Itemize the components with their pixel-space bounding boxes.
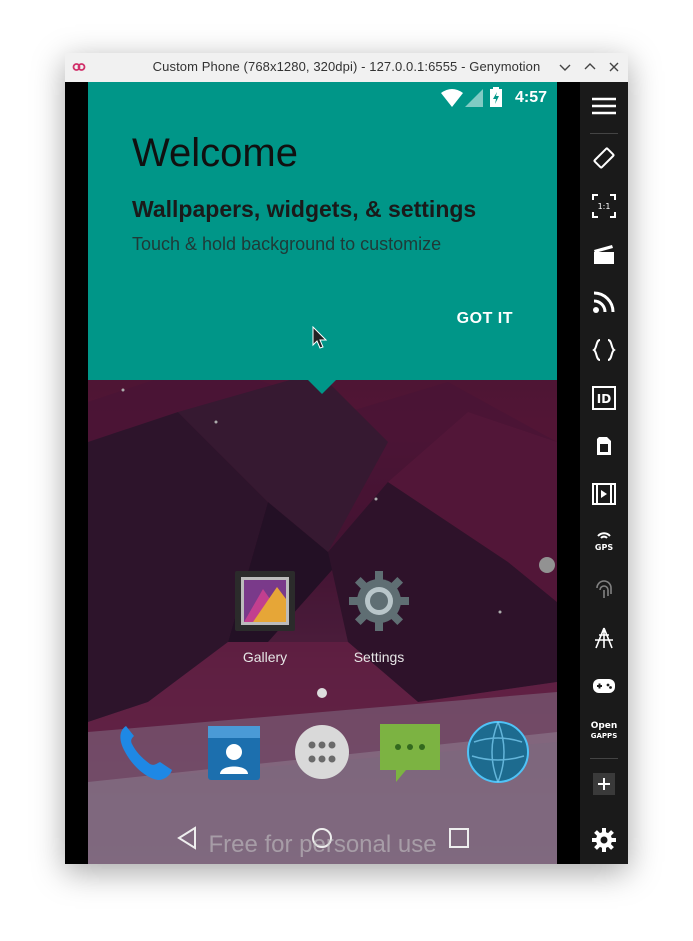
close-button[interactable] — [607, 60, 621, 74]
minimize-button[interactable] — [558, 60, 572, 74]
genymotion-window: Custom Phone (768x1280, 320dpi) - 127.0.… — [65, 53, 628, 864]
title-bar[interactable]: Custom Phone (768x1280, 320dpi) - 127.0.… — [65, 53, 628, 83]
page-indicator-dot — [317, 688, 327, 698]
watermark-text: Free for personal use — [208, 831, 437, 858]
welcome-subtitle: Wallpapers, widgets, & settings — [132, 196, 477, 222]
mouse-cursor-icon — [312, 326, 328, 349]
chevron-down-icon — [559, 64, 571, 71]
gallery-icon — [235, 571, 295, 631]
phone-icon — [120, 726, 172, 780]
app-drawer-icon — [295, 725, 349, 779]
cast-icon — [593, 291, 615, 313]
settings-app[interactable] — [347, 569, 411, 633]
settings-label: Settings — [353, 649, 405, 665]
right-border — [557, 82, 580, 864]
gps-button[interactable]: GPS — [592, 528, 616, 558]
maximize-button[interactable] — [583, 60, 597, 74]
browser-globe-icon — [467, 721, 529, 783]
cast-button[interactable] — [592, 290, 616, 314]
got-it-button[interactable]: GOT IT — [457, 310, 513, 328]
phone-app[interactable] — [112, 720, 176, 784]
gallery-label: Gallery — [242, 649, 288, 665]
welcome-title: Welcome — [132, 131, 298, 175]
settings-icon — [592, 828, 616, 852]
menu-button[interactable] — [592, 94, 618, 118]
fingerprint-button[interactable] — [592, 578, 616, 602]
chevron-up-icon — [584, 63, 596, 70]
media-player-button[interactable] — [592, 482, 616, 506]
contacts-icon — [208, 726, 260, 780]
messaging-icon — [380, 724, 440, 782]
gallery-app[interactable] — [233, 569, 297, 633]
left-border — [65, 82, 88, 864]
add-icon — [593, 773, 615, 795]
capture-button[interactable] — [592, 242, 616, 266]
cell-signal-icon — [465, 89, 483, 107]
window-title: Custom Phone (768x1280, 320dpi) - 127.0.… — [152, 59, 541, 74]
gamepad-icon — [593, 679, 615, 693]
svg-text:1:1: 1:1 — [598, 202, 611, 211]
network-icon — [595, 627, 613, 649]
messaging-app[interactable] — [378, 720, 442, 784]
media-player-icon — [592, 483, 616, 505]
rotate-icon — [593, 147, 615, 169]
add-button[interactable] — [592, 772, 616, 796]
card-pointer — [308, 380, 336, 394]
open-gapps-button[interactable]: Open GAPPS — [584, 721, 624, 741]
battery-charging-icon — [490, 87, 502, 107]
api-braces-icon — [592, 339, 616, 361]
contacts-app[interactable] — [202, 720, 266, 784]
fingerprint-icon — [596, 580, 612, 598]
open-gapps-label-top: Open — [590, 721, 618, 731]
sim-card-icon — [597, 437, 611, 455]
svg-text:GPS: GPS — [595, 543, 613, 552]
browser-app[interactable] — [466, 720, 530, 784]
welcome-body: Touch & hold background to customize — [132, 234, 442, 254]
toolbar-separator — [590, 758, 618, 759]
svg-text:ID: ID — [597, 392, 611, 406]
network-button[interactable] — [592, 626, 616, 650]
open-gapps-label-bottom: GAPPS — [590, 732, 618, 740]
device-screen[interactable]: 4:57 Welcome Wallpapers, widgets, & sett… — [88, 82, 557, 864]
settings-button[interactable] — [592, 828, 616, 852]
device-id-icon: ID — [592, 386, 616, 410]
toolbar-separator — [590, 133, 618, 134]
sim-card-button[interactable] — [592, 434, 616, 458]
app-drawer-button[interactable] — [290, 720, 354, 784]
wifi-icon — [441, 89, 463, 107]
device-id-button[interactable]: ID — [592, 386, 616, 410]
status-bar: 4:57 — [88, 82, 557, 112]
genymotion-toolbar: 1:1 ID GPS Open GAPPS — [580, 82, 628, 864]
capture-icon — [594, 245, 614, 264]
gps-icon: GPS — [595, 532, 613, 552]
gamepad-button[interactable] — [592, 674, 616, 698]
menu-icon — [592, 97, 618, 115]
pixel-perfect-button[interactable]: 1:1 — [592, 194, 616, 218]
status-time: 4:57 — [514, 89, 547, 106]
api-button[interactable] — [592, 338, 616, 362]
rotate-button[interactable] — [592, 146, 616, 170]
close-icon — [609, 62, 619, 72]
pixel-perfect-icon: 1:1 — [592, 194, 616, 218]
settings-gear-icon — [349, 571, 409, 631]
